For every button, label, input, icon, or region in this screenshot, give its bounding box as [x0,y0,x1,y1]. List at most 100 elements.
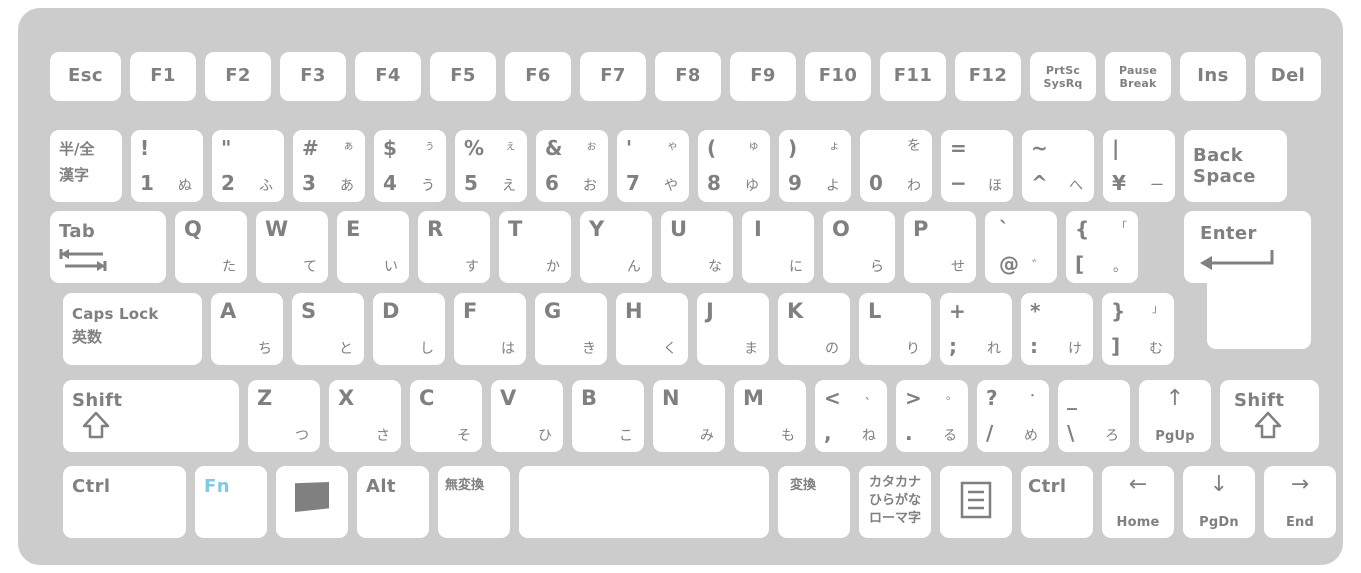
key-d[interactable]: D し [373,293,445,365]
key-a[interactable]: A ち [211,293,283,365]
key-minus[interactable]: = − ほ [941,130,1013,202]
key-label: F6 [525,65,551,86]
key-label-line1: PrtSc [1045,64,1081,77]
key-f5[interactable]: F5 [430,52,496,101]
key-k[interactable]: K の [778,293,850,365]
key-f4[interactable]: F4 [355,52,421,101]
key-comma[interactable]: < 、 , ね [815,380,887,452]
key-label: Shift [72,390,123,411]
key-3[interactable]: # ぁ 3 あ [293,130,365,202]
key-backslash[interactable]: _ \ ろ [1058,380,1130,452]
key-8[interactable]: ( ゅ 8 ゆ [698,130,770,202]
key-j[interactable]: J ま [697,293,769,365]
key-shift-label: > [905,386,922,410]
key-1[interactable]: ! 1 ぬ [131,130,203,202]
key-backspace[interactable]: Back Space [1184,130,1287,202]
key-fn[interactable]: Fn [195,466,267,538]
key-tab[interactable]: Tab [50,211,166,283]
key-period[interactable]: > 。 . る [896,380,968,452]
key-esc[interactable]: Esc [50,52,121,101]
key-katakana-hiragana[interactable]: カタカナ ひらがな ローマ字 [859,466,931,538]
key-f[interactable]: F は [454,293,526,365]
key-9[interactable]: ) ょ 9 よ [779,130,851,202]
key-kana-label: ん [627,259,641,275]
key-4[interactable]: $ ぅ 4 う [374,130,446,202]
key-kana-label: よ [826,178,840,194]
key-f6[interactable]: F6 [505,52,571,101]
key-base-label: 6 [545,171,559,195]
key-latin-label: Q [184,217,203,241]
key-space[interactable] [519,466,769,538]
key-6[interactable]: & ぉ 6 お [536,130,608,202]
key-f8[interactable]: F8 [655,52,721,101]
key-f10[interactable]: F10 [805,52,871,101]
key-p[interactable]: P せ [904,211,976,283]
key-at[interactable]: ` @ ゛ [985,211,1057,283]
key-right-ctrl[interactable]: Ctrl [1021,466,1093,538]
key-i[interactable]: I に [742,211,814,283]
key-f12[interactable]: F12 [955,52,1021,101]
key-z[interactable]: Z つ [248,380,320,452]
key-colon[interactable]: * : け [1021,293,1093,365]
key-arrow-right[interactable]: → End [1264,466,1336,538]
key-slash[interactable]: ? ・ / め [977,380,1049,452]
windows-logo-icon [295,482,329,512]
key-hankaku-zenkaku[interactable]: 半/全 漢字 [50,130,122,202]
key-f2[interactable]: F2 [205,52,271,101]
key-latin-label: J [706,299,715,323]
key-b[interactable]: B こ [572,380,644,452]
key-r[interactable]: R す [418,211,490,283]
key-windows[interactable] [276,466,348,538]
shift-up-arrow-icon [1253,410,1283,444]
key-7[interactable]: ' ゃ 7 や [617,130,689,202]
key-arrow-down[interactable]: ↓ PgDn [1183,466,1255,538]
key-kana-label: さ [376,428,390,444]
key-l[interactable]: L り [859,293,931,365]
key-delete[interactable]: Del [1255,52,1321,101]
key-e[interactable]: E い [337,211,409,283]
key-g[interactable]: G き [535,293,607,365]
key-2[interactable]: " 2 ふ [212,130,284,202]
key-caret[interactable]: ~ ^ へ [1022,130,1094,202]
key-left-shift[interactable]: Shift [63,380,239,452]
key-u[interactable]: U な [661,211,733,283]
key-insert[interactable]: Ins [1180,52,1246,101]
key-w[interactable]: W て [256,211,328,283]
key-f1[interactable]: F1 [130,52,196,101]
key-o[interactable]: O ら [823,211,895,283]
key-henkan[interactable]: 変換 [778,466,850,538]
key-yen[interactable]: | ¥ ー [1103,130,1175,202]
key-label: F1 [150,65,176,86]
key-5[interactable]: % ぇ 5 え [455,130,527,202]
key-q[interactable]: Q た [175,211,247,283]
key-y[interactable]: Y ん [580,211,652,283]
key-kana-label: え [502,178,516,194]
key-pause[interactable]: Pause Break [1105,52,1171,101]
key-x[interactable]: X さ [329,380,401,452]
key-f3[interactable]: F3 [280,52,346,101]
key-f9[interactable]: F9 [730,52,796,101]
key-0[interactable]: を 0 わ [860,130,932,202]
key-base-label: 2 [221,171,235,195]
key-m[interactable]: M も [734,380,806,452]
key-bracket-left[interactable]: { 「 [ 。 [1066,211,1138,283]
key-right-shift[interactable]: Shift [1220,380,1319,452]
key-v[interactable]: V ひ [491,380,563,452]
key-n[interactable]: N み [653,380,725,452]
key-left-ctrl[interactable]: Ctrl [63,466,186,538]
key-arrow-left[interactable]: ← Home [1102,466,1174,538]
key-c[interactable]: C そ [410,380,482,452]
key-semicolon[interactable]: + ; れ [940,293,1012,365]
key-s[interactable]: S と [292,293,364,365]
key-printscreen[interactable]: PrtSc SysRq [1030,52,1096,101]
key-arrow-up[interactable]: ↑ PgUp [1139,380,1211,452]
key-bracket-right[interactable]: } 」 ] む [1102,293,1174,365]
key-menu[interactable] [940,466,1012,538]
key-capslock[interactable]: Caps Lock 英数 [63,293,202,365]
key-alt[interactable]: Alt [357,466,429,538]
key-f11[interactable]: F11 [880,52,946,101]
key-muhenkan[interactable]: 無変換 [438,466,510,538]
key-t[interactable]: T か [499,211,571,283]
key-f7[interactable]: F7 [580,52,646,101]
key-h[interactable]: H く [616,293,688,365]
